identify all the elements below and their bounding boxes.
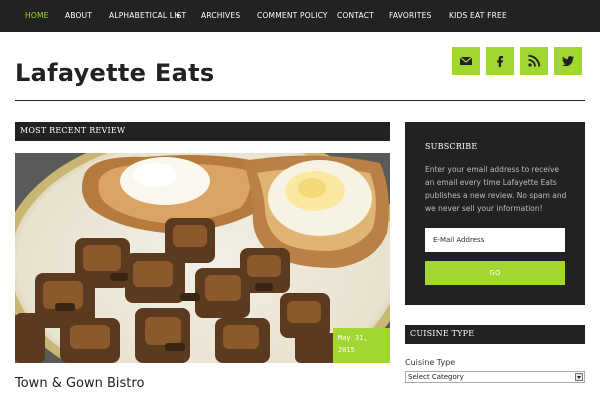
top-navigation: HOME ABOUT ALPHABETICAL LIST ▾ ARCHIVES … [0,0,600,32]
facebook-icon-glyph [497,56,503,67]
section-title: MOST RECENT REVIEW [20,126,126,135]
rss-icon-glyph [528,54,541,67]
nav-item-alphabetical-list[interactable]: ALPHABETICAL LIST [109,0,186,32]
nav-item-about[interactable]: ABOUT [65,0,92,32]
post-date-badge: May 31, 2015 [333,328,390,363]
most-recent-review-heading: MOST RECENT REVIEW [15,122,390,141]
chevron-down-icon[interactable] [575,373,583,381]
post-title[interactable]: Town & Gown Bistro [15,376,144,391]
cuisine-type-heading: CUISINE TYPE [405,325,585,344]
subscribe-description: Enter your email address to receive an e… [425,165,567,213]
cuisine-section-title: CUISINE TYPE [410,329,475,338]
facebook-icon[interactable] [486,47,514,75]
email-field[interactable] [425,228,565,252]
mail-icon-glyph [459,56,473,65]
cuisine-label: Cuisine Type [405,358,456,367]
subscribe-widget: SUBSCRIBE Enter your email address to re… [405,122,585,305]
nav-item-kids-eat-free[interactable]: KIDS EAT FREE [449,0,507,32]
mail-icon[interactable] [452,47,480,75]
subscribe-title: SUBSCRIBE [425,142,478,151]
nav-item-archives[interactable]: ARCHIVES [201,0,240,32]
nav-item-comment-policy[interactable]: COMMENT POLICY [257,0,328,32]
go-button[interactable]: GO [425,261,565,285]
post-date-day: May 31, [338,334,368,342]
twitter-icon[interactable] [554,47,582,75]
post-date-year: 2015 [338,346,355,354]
nav-item-dropdown-arrow[interactable]: ▾ [176,0,180,32]
cuisine-select[interactable]: Select Category [405,371,585,383]
site-title[interactable]: Lafayette Eats [15,59,214,87]
nav-item-favorites[interactable]: FAVORITES [389,0,431,32]
nav-item-contact[interactable]: CONTACT [337,0,374,32]
twitter-icon-glyph [562,56,574,67]
header-divider [15,100,585,101]
nav-item-home[interactable]: HOME [25,0,49,32]
rss-icon[interactable] [520,47,548,75]
cuisine-select-value: Select Category [408,373,464,381]
